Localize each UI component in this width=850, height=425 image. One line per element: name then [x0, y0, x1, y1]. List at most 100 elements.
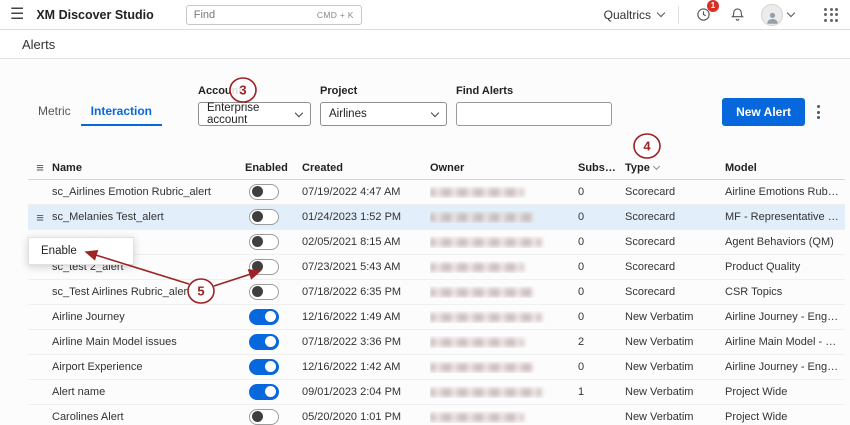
account-select[interactable]: Enterprise account — [198, 102, 311, 126]
account-label: Account — [198, 85, 311, 97]
header-enabled[interactable]: Enabled — [245, 162, 302, 174]
table-row[interactable]: Carolines Alert05/20/2020 1:01 PMNew Ver… — [28, 405, 845, 425]
created-date: 12/16/2022 1:42 AM — [302, 361, 430, 373]
owner-redacted — [430, 238, 542, 247]
user-menu[interactable] — [761, 4, 794, 26]
alert-name[interactable]: Airline Journey — [52, 311, 245, 323]
page-header: Alerts — [0, 30, 850, 59]
toggle-knob — [252, 286, 263, 297]
enabled-cell — [245, 259, 302, 276]
enabled-toggle[interactable] — [249, 259, 279, 275]
alert-name[interactable]: sc_Melanies Test_alert — [52, 211, 245, 223]
alert-name[interactable]: Alert name — [52, 386, 245, 398]
org-dropdown-label: Qualtrics — [604, 8, 651, 22]
row-drag-handle[interactable]: ≡ — [28, 210, 52, 225]
project-label: Project — [320, 85, 447, 97]
project-select[interactable]: Airlines — [320, 102, 447, 126]
toggle-knob — [265, 336, 276, 347]
enabled-toggle[interactable] — [249, 359, 279, 375]
activity-status-button[interactable]: 1 — [693, 5, 713, 25]
toolbar: Metric Interaction Account Enterprise ac… — [28, 85, 822, 126]
notifications-button[interactable] — [727, 5, 747, 25]
global-search[interactable]: CMD + K — [186, 5, 362, 25]
enabled-cell — [245, 234, 302, 251]
enabled-toggle[interactable] — [249, 309, 279, 325]
notification-badge: 1 — [707, 0, 719, 12]
header-model[interactable]: Model — [725, 162, 845, 174]
table-row[interactable]: Alert name09/01/2023 2:04 PM1New Verbati… — [28, 380, 845, 405]
enabled-toggle[interactable] — [249, 284, 279, 300]
alert-type: New Verbatim — [625, 336, 725, 348]
table-menu-icon[interactable]: ≡ — [28, 160, 52, 175]
enabled-toggle[interactable] — [249, 234, 279, 250]
find-alerts-label: Find Alerts — [456, 85, 612, 97]
enabled-toggle[interactable] — [249, 384, 279, 400]
app-switcher-icon[interactable] — [824, 8, 838, 22]
alert-type: New Verbatim — [625, 411, 725, 423]
owner-redacted — [430, 338, 524, 347]
type-sort-icon — [653, 162, 660, 169]
toggle-knob — [252, 261, 263, 272]
subscribers-count: 0 — [578, 286, 625, 298]
tab-interaction[interactable]: Interaction — [81, 99, 162, 126]
more-options-icon[interactable] — [815, 101, 822, 123]
enable-menu-item[interactable]: Enable — [29, 238, 133, 264]
header-type-label: Type — [625, 162, 650, 174]
owner-redacted — [430, 388, 542, 397]
alert-name[interactable]: sc_Test Airlines Rubric_alert — [52, 286, 245, 298]
model-name: Agent Behaviors (QM) — [725, 236, 845, 248]
alert-name[interactable]: Carolines Alert — [52, 411, 245, 423]
find-alerts-input[interactable] — [456, 102, 612, 126]
new-alert-button[interactable]: New Alert — [722, 98, 805, 126]
alert-name[interactable]: Airport Experience — [52, 361, 245, 373]
header-name[interactable]: Name — [52, 162, 245, 174]
alert-type: Scorecard — [625, 261, 725, 273]
header-type[interactable]: Type — [625, 162, 725, 174]
table-row[interactable]: sc_test 2_alert07/23/2021 5:43 AM0Scorec… — [28, 255, 845, 280]
subscribers-count: 0 — [578, 311, 625, 323]
enabled-toggle[interactable] — [249, 184, 279, 200]
subscribers-count: 2 — [578, 336, 625, 348]
page-title: Alerts — [22, 37, 55, 52]
alerts-table: ≡ Name Enabled Created Owner Subscrip...… — [28, 156, 845, 425]
alert-type: New Verbatim — [625, 386, 725, 398]
table-row[interactable]: Airport Experience12/16/2022 1:42 AM0New… — [28, 355, 845, 380]
table-row[interactable]: Airline Journey12/16/2022 1:49 AM0New Ve… — [28, 305, 845, 330]
alert-name[interactable]: Airline Main Model issues — [52, 336, 245, 348]
project-filter-group: Project Airlines — [320, 85, 447, 126]
table-row[interactable]: Airline Main Model issues07/18/2022 3:36… — [28, 330, 845, 355]
global-search-input[interactable] — [194, 9, 311, 21]
toggle-knob — [252, 236, 263, 247]
owner-cell — [430, 186, 578, 198]
owner-cell — [430, 236, 578, 248]
enabled-toggle[interactable] — [249, 334, 279, 350]
subscribers-count: 0 — [578, 361, 625, 373]
table-header: ≡ Name Enabled Created Owner Subscrip...… — [28, 156, 845, 180]
created-date: 07/19/2022 4:47 AM — [302, 186, 430, 198]
table-row[interactable]: ≡sc_Melanies Test_alert 01/24/2023 1:52 P… — [28, 205, 845, 230]
topbar-divider — [678, 6, 679, 24]
table-row[interactable]: 02/05/2021 8:15 AM0ScorecardAgent Behavi… — [28, 230, 845, 255]
alert-name[interactable]: sc_Airlines Emotion Rubric_alert — [52, 186, 245, 198]
header-subscribers[interactable]: Subscrip... — [578, 162, 625, 174]
app-title: XM Discover Studio — [36, 8, 153, 22]
enabled-toggle[interactable] — [249, 409, 279, 425]
subscribers-count: 0 — [578, 236, 625, 248]
model-name: Project Wide — [725, 386, 845, 398]
owner-redacted — [430, 263, 524, 272]
org-dropdown[interactable]: Qualtrics — [604, 8, 664, 22]
header-created[interactable]: Created — [302, 162, 430, 174]
created-date: 01/24/2023 1:52 PM — [302, 211, 430, 223]
tabs: Metric Interaction — [28, 99, 162, 126]
find-alerts-group: Find Alerts — [456, 85, 612, 126]
model-name: Airline Journey - English — [725, 311, 845, 323]
enabled-toggle[interactable] — [249, 209, 279, 225]
created-date: 09/01/2023 2:04 PM — [302, 386, 430, 398]
menu-icon[interactable]: ☰ — [10, 7, 24, 23]
model-name: Product Quality — [725, 261, 845, 273]
owner-cell — [430, 411, 578, 423]
tab-metric[interactable]: Metric — [28, 99, 81, 126]
header-owner[interactable]: Owner — [430, 162, 578, 174]
table-row[interactable]: sc_Airlines Emotion Rubric_alert 07/19/20… — [28, 180, 845, 205]
table-row[interactable]: sc_Test Airlines Rubric_alert07/18/2022 … — [28, 280, 845, 305]
